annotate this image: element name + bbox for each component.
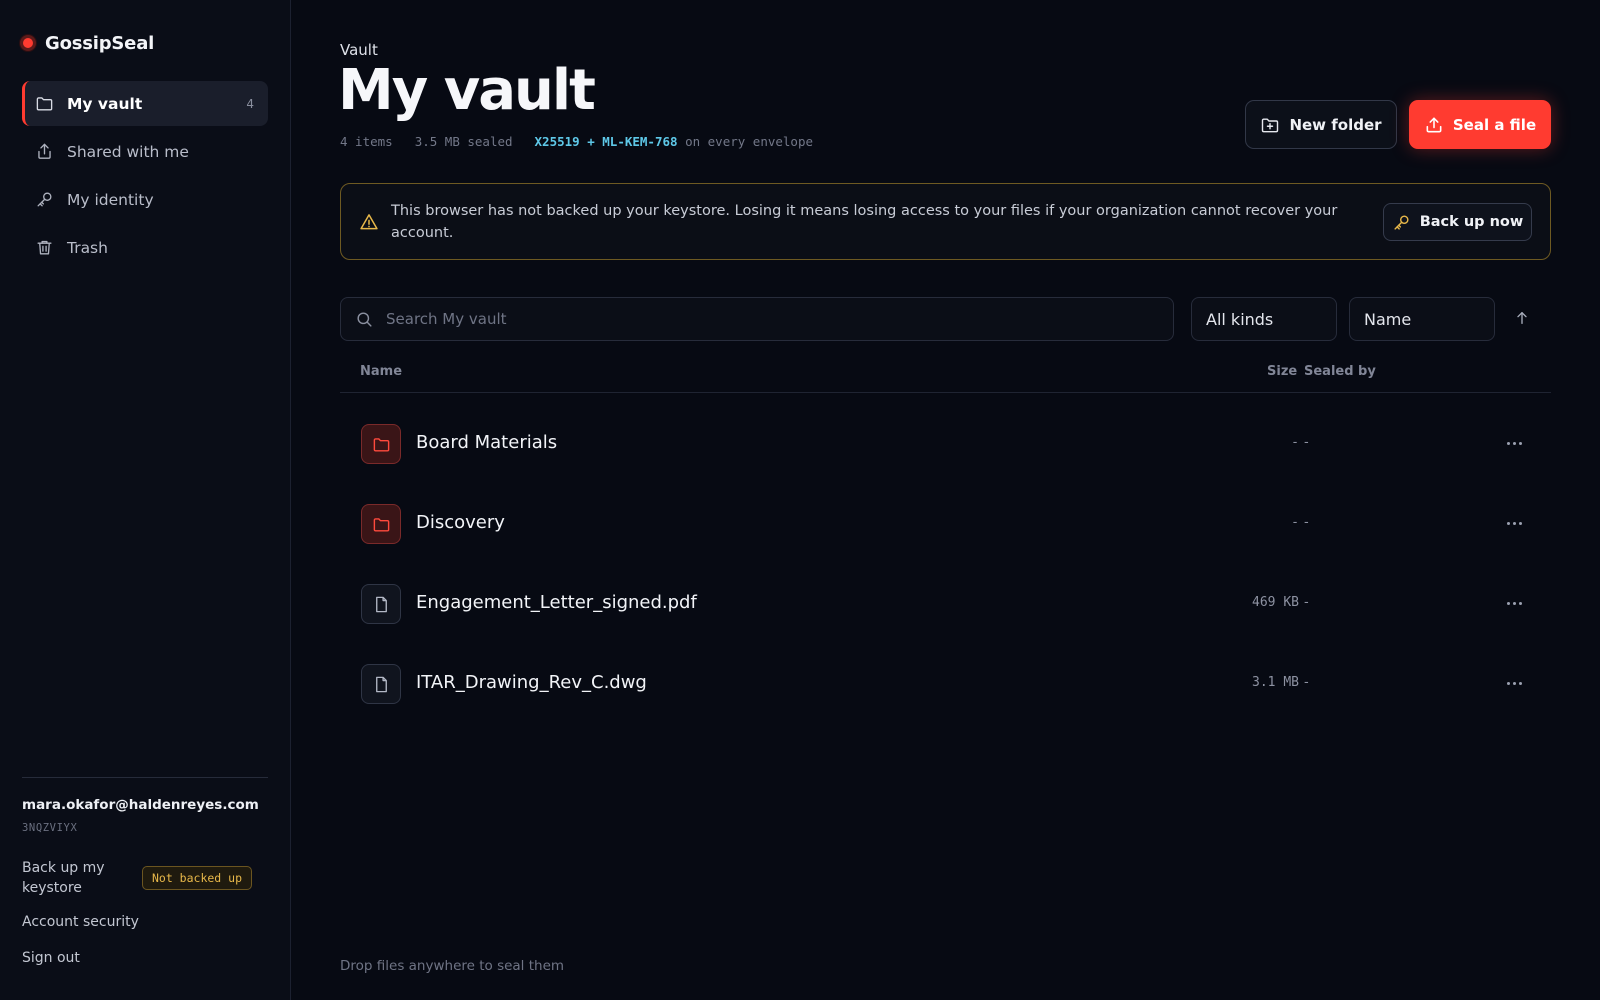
sidebar-item-count: 4 xyxy=(246,96,254,111)
sidebar-divider xyxy=(22,777,268,778)
row-name: Discovery xyxy=(416,512,505,533)
folder-icon xyxy=(361,424,401,464)
drop-hint: Drop files anywhere to seal them xyxy=(340,958,565,974)
back-up-now-button[interactable]: Back up now xyxy=(1383,203,1532,241)
sidebar-item-label: My vault xyxy=(67,94,143,113)
row-sealed-by: - xyxy=(1304,595,1309,610)
row-sealed-by: - xyxy=(1304,515,1309,530)
row-sealed-by: - xyxy=(1304,435,1309,450)
backup-warning-banner: This browser has not backed up your keys… xyxy=(340,183,1551,260)
encryption-suffix: on every envelope xyxy=(685,134,813,149)
brand[interactable]: GossipSeal xyxy=(20,30,154,56)
sidebar-item-label: My identity xyxy=(67,190,154,209)
new-folder-label: New folder xyxy=(1289,115,1382,134)
sidebar-nav: My vault 4 Shared with me My identity Tr… xyxy=(22,81,268,273)
main-content: Vault My vault 4 items 3.5 MB sealed X25… xyxy=(292,0,1600,1000)
sort-field-select[interactable]: Name xyxy=(1349,297,1495,341)
trash-icon xyxy=(37,240,52,255)
item-count: 4 items xyxy=(340,134,393,149)
table-row[interactable]: Engagement_Letter_signed.pdf 469 KB - xyxy=(340,563,1551,643)
column-header-sealed-by[interactable]: Sealed by xyxy=(1304,364,1376,379)
column-header-size[interactable]: Size xyxy=(1267,364,1297,379)
sign-out-link[interactable]: Sign out xyxy=(22,950,80,966)
vault-meta: 4 items 3.5 MB sealed X25519 + ML-KEM-76… xyxy=(340,134,813,149)
row-name: Board Materials xyxy=(416,432,558,453)
upload-icon xyxy=(1426,117,1442,132)
row-size: - xyxy=(1291,435,1299,450)
share-icon xyxy=(38,143,51,159)
row-name: Engagement_Letter_signed.pdf xyxy=(416,592,697,613)
seal-file-label: Seal a file xyxy=(1452,115,1537,134)
table-row[interactable]: Discovery - - xyxy=(340,483,1551,563)
row-size: 469 KB xyxy=(1252,595,1299,610)
encryption-info: X25519 + ML-KEM-768 on every envelope xyxy=(535,134,813,149)
arrow-up-icon xyxy=(1517,312,1527,324)
key-icon xyxy=(37,192,52,207)
seal-file-button[interactable]: Seal a file xyxy=(1409,100,1551,149)
search-field[interactable] xyxy=(340,297,1174,341)
sidebar: GossipSeal My vault 4 Shared with me My … xyxy=(0,0,291,1000)
sidebar-item-shared-with-me[interactable]: Shared with me xyxy=(22,129,268,174)
search-input[interactable] xyxy=(386,310,1166,328)
folder-icon xyxy=(361,504,401,544)
sort-direction-button[interactable] xyxy=(1510,306,1534,330)
page-title: My vault xyxy=(338,58,596,123)
folder-icon xyxy=(36,97,53,111)
breadcrumb[interactable]: Vault xyxy=(340,41,378,59)
file-list: Board Materials - - Discovery - - Engage… xyxy=(340,403,1551,723)
new-folder-button[interactable]: New folder xyxy=(1245,100,1397,149)
row-name: ITAR_Drawing_Rev_C.dwg xyxy=(416,672,647,693)
warning-icon xyxy=(360,214,378,230)
folder-plus-icon xyxy=(1262,117,1279,132)
file-icon xyxy=(361,664,401,704)
more-options-icon[interactable] xyxy=(1503,673,1525,693)
back-up-now-label: Back up now xyxy=(1419,214,1524,230)
more-options-icon[interactable] xyxy=(1503,513,1525,533)
kind-filter-select[interactable]: All kinds xyxy=(1191,297,1337,341)
table-row[interactable]: Board Materials - - xyxy=(340,403,1551,483)
row-size: 3.1 MB xyxy=(1252,675,1299,690)
row-sealed-by: - xyxy=(1304,675,1309,690)
search-icon xyxy=(357,311,372,327)
sealed-size: 3.5 MB sealed xyxy=(414,134,513,149)
key-icon xyxy=(1394,214,1409,230)
file-icon xyxy=(361,584,401,624)
sidebar-item-label: Trash xyxy=(67,238,108,257)
brand-name: GossipSeal xyxy=(45,32,155,54)
backup-status-badge: Not backed up xyxy=(141,866,252,890)
sidebar-item-my-identity[interactable]: My identity xyxy=(22,177,268,222)
encryption-algorithm: X25519 + ML-KEM-768 xyxy=(534,134,678,149)
more-options-icon[interactable] xyxy=(1503,433,1525,453)
user-email: mara.okafor@haldenreyes.com xyxy=(22,797,259,813)
table-header: Name Size Sealed by xyxy=(340,361,1551,393)
backup-keystore-row: Back up my keystore Not backed up xyxy=(22,858,252,898)
table-row[interactable]: ITAR_Drawing_Rev_C.dwg 3.1 MB - xyxy=(340,643,1551,723)
more-options-icon[interactable] xyxy=(1503,593,1525,613)
sidebar-item-my-vault[interactable]: My vault 4 xyxy=(22,81,268,126)
account-security-link[interactable]: Account security xyxy=(22,914,139,930)
sidebar-item-trash[interactable]: Trash xyxy=(22,225,268,270)
column-header-name[interactable]: Name xyxy=(360,364,402,379)
user-id: 3NQZVIYX xyxy=(22,822,78,834)
backup-keystore-link[interactable]: Back up my keystore xyxy=(22,858,122,898)
sidebar-item-label: Shared with me xyxy=(67,142,189,161)
row-size: - xyxy=(1291,515,1299,530)
brand-logo-icon xyxy=(20,35,36,51)
warning-text: This browser has not backed up your keys… xyxy=(391,203,1338,241)
